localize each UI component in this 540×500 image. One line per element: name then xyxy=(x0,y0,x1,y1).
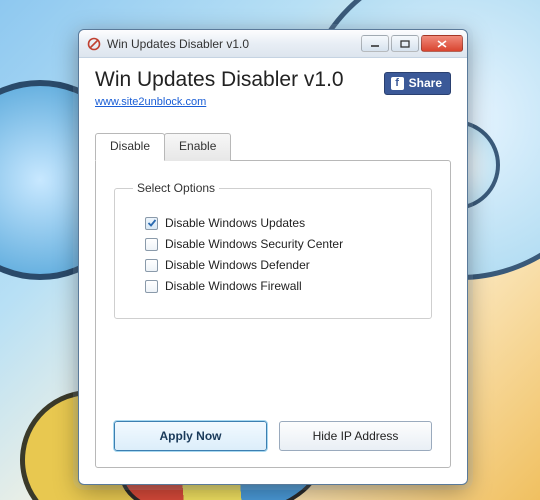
options-legend: Select Options xyxy=(133,181,219,195)
minimize-button[interactable] xyxy=(361,35,389,52)
facebook-share-button[interactable]: f Share xyxy=(384,72,451,95)
checkbox-label: Disable Windows Firewall xyxy=(165,279,302,293)
client-area: Win Updates Disabler v1.0 www.site2unblo… xyxy=(79,58,467,484)
window-controls xyxy=(361,35,463,52)
checkbox-icon xyxy=(145,259,158,272)
options-group: Select Options Disable Windows Updates D… xyxy=(114,181,432,319)
site-link[interactable]: www.site2unblock.com xyxy=(95,96,206,108)
checkbox-label: Disable Windows Security Center xyxy=(165,237,343,251)
checkbox-icon xyxy=(145,238,158,251)
app-icon xyxy=(87,37,101,51)
close-button[interactable] xyxy=(421,35,463,52)
tab-panel-disable: Select Options Disable Windows Updates D… xyxy=(95,160,451,468)
checkbox-disable-security-center[interactable]: Disable Windows Security Center xyxy=(145,237,413,251)
app-window: Win Updates Disabler v1.0 Win Updates Di… xyxy=(78,29,468,485)
apply-button[interactable]: Apply Now xyxy=(114,421,267,451)
tab-strip: Disable Enable xyxy=(95,132,451,160)
checkbox-disable-defender[interactable]: Disable Windows Defender xyxy=(145,258,413,272)
checkbox-icon xyxy=(145,280,158,293)
window-title: Win Updates Disabler v1.0 xyxy=(107,37,361,51)
checkbox-label: Disable Windows Updates xyxy=(165,216,305,230)
button-row: Apply Now Hide IP Address xyxy=(114,399,432,451)
share-label: Share xyxy=(409,76,442,90)
titlebar[interactable]: Win Updates Disabler v1.0 xyxy=(79,30,467,58)
maximize-button[interactable] xyxy=(391,35,419,52)
tab-container: Disable Enable Select Options Disable Wi… xyxy=(95,132,451,468)
checkbox-disable-updates[interactable]: Disable Windows Updates xyxy=(145,216,413,230)
hide-ip-button[interactable]: Hide IP Address xyxy=(279,421,432,451)
tab-disable[interactable]: Disable xyxy=(95,133,165,161)
tab-enable[interactable]: Enable xyxy=(164,133,231,161)
header: Win Updates Disabler v1.0 www.site2unblo… xyxy=(95,68,451,110)
checkbox-icon xyxy=(145,217,158,230)
checkbox-label: Disable Windows Defender xyxy=(165,258,310,272)
facebook-icon: f xyxy=(391,77,404,90)
page-title: Win Updates Disabler v1.0 xyxy=(95,68,344,92)
checkbox-disable-firewall[interactable]: Disable Windows Firewall xyxy=(145,279,413,293)
